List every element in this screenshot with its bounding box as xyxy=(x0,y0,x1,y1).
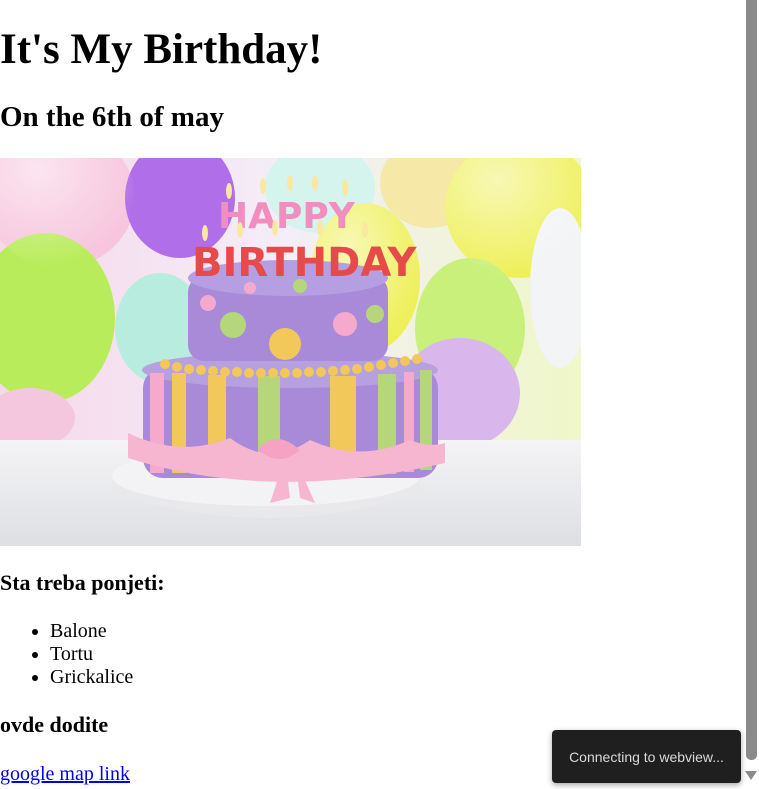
list-item: Grickalice xyxy=(50,666,133,689)
birthday-cake-illustration: HAPPY BIRTHDAY xyxy=(0,158,581,546)
candle-topper-birthday: BIRTHDAY xyxy=(192,240,417,286)
scroll-down-arrow-icon[interactable] xyxy=(745,771,757,780)
google-map-link[interactable]: google map link xyxy=(0,762,130,786)
page-content: It's My Birthday! On the 6th of may HAPP… xyxy=(0,0,744,789)
scrollbar-thumb[interactable] xyxy=(746,0,757,760)
list-item: Balone xyxy=(50,620,133,643)
come-here-heading: ovde dodite xyxy=(0,712,109,737)
bring-list: Balone Tortu Grickalice xyxy=(0,620,133,689)
list-item: Tortu xyxy=(50,643,133,666)
page-title: It's My Birthday! xyxy=(0,26,323,73)
page-subtitle: On the 6th of may xyxy=(0,101,224,133)
vertical-scrollbar[interactable] xyxy=(744,0,759,789)
toast-message: Connecting to webview... xyxy=(569,748,724,765)
what-to-bring-heading: Sta treba ponjeti: xyxy=(0,570,165,595)
connecting-toast: Connecting to webview... xyxy=(552,730,741,783)
birthday-cake-image: HAPPY BIRTHDAY xyxy=(0,158,581,546)
